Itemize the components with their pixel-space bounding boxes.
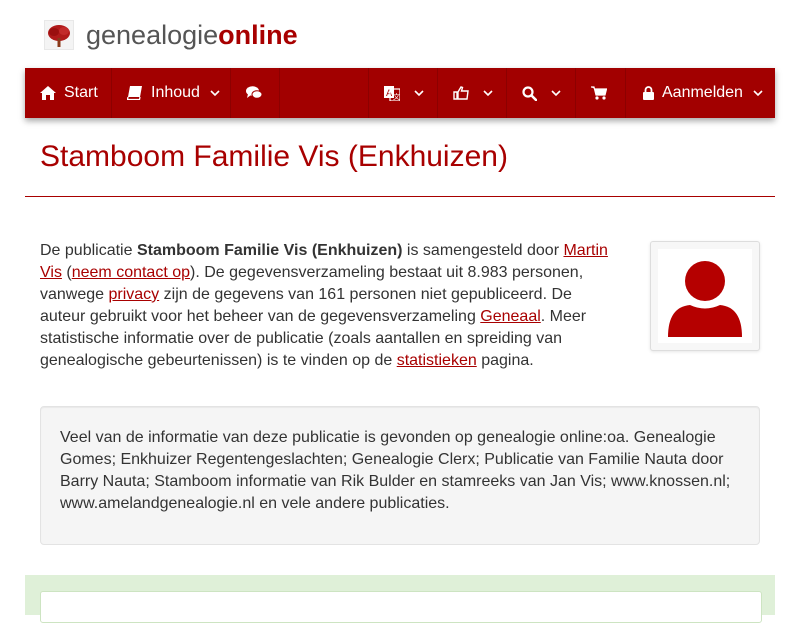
nav-language-menu[interactable]: A文 (369, 68, 438, 118)
home-icon (40, 85, 56, 101)
avatar-frame (658, 249, 752, 343)
next-section-card (40, 591, 762, 623)
chevron-down-icon (483, 88, 493, 98)
intro-text: ( (61, 264, 72, 281)
publication-name: Stamboom Familie Vis (Enkhuizen) (136, 242, 403, 259)
book-icon (127, 85, 143, 101)
search-icon (522, 85, 537, 101)
nav-content-menu[interactable]: Inhoud (112, 68, 231, 118)
user-silhouette-icon (668, 261, 742, 337)
intro-text: pagina. (476, 352, 534, 369)
intro-text: De publicatie (40, 242, 137, 259)
contact-link[interactable]: neem contact op (72, 264, 190, 281)
sources-text: Veel van de informatie van deze publicat… (60, 429, 731, 512)
chevron-down-icon (551, 88, 561, 98)
privacy-link[interactable]: privacy (109, 286, 160, 303)
translate-icon: A文 (384, 85, 400, 101)
logo-wordmark: genealogieonline (86, 19, 298, 50)
sources-box: Veel van de informatie van deze publicat… (40, 406, 760, 545)
hand-pointer-icon (453, 85, 469, 101)
intro-text: is samengesteld door (402, 242, 564, 259)
nav-spacer (280, 68, 369, 118)
software-link[interactable]: Geneaal (480, 308, 541, 325)
statistics-link[interactable]: statistieken (397, 352, 477, 369)
chevron-down-icon (414, 88, 424, 98)
title-divider (25, 196, 775, 197)
nav-start-label: Start (64, 84, 98, 101)
nav-shop[interactable] (576, 68, 626, 118)
nav-content-label: Inhoud (151, 84, 200, 101)
main-navbar: Start Inhoud A文 Aanmelden (25, 68, 775, 118)
page-title: Stamboom Familie Vis (Enkhuizen) (40, 140, 508, 173)
nav-start[interactable]: Start (25, 68, 112, 118)
site-logo[interactable]: genealogieonline (44, 18, 298, 52)
publication-intro: De publicatie Stamboom Familie Vis (Enkh… (40, 240, 615, 372)
lock-icon (643, 85, 654, 101)
cart-icon (591, 85, 607, 101)
nav-share-menu[interactable] (438, 68, 507, 118)
nav-search-menu[interactable] (507, 68, 576, 118)
author-avatar[interactable] (650, 241, 760, 351)
svg-text:文: 文 (393, 92, 400, 101)
nav-forum[interactable] (231, 68, 280, 118)
chevron-down-icon (753, 88, 763, 98)
comments-icon (246, 85, 262, 101)
tree-logo-icon (44, 20, 74, 50)
chevron-down-icon (210, 88, 220, 98)
nav-login-menu[interactable]: Aanmelden (626, 68, 775, 118)
nav-login-label: Aanmelden (662, 84, 743, 101)
